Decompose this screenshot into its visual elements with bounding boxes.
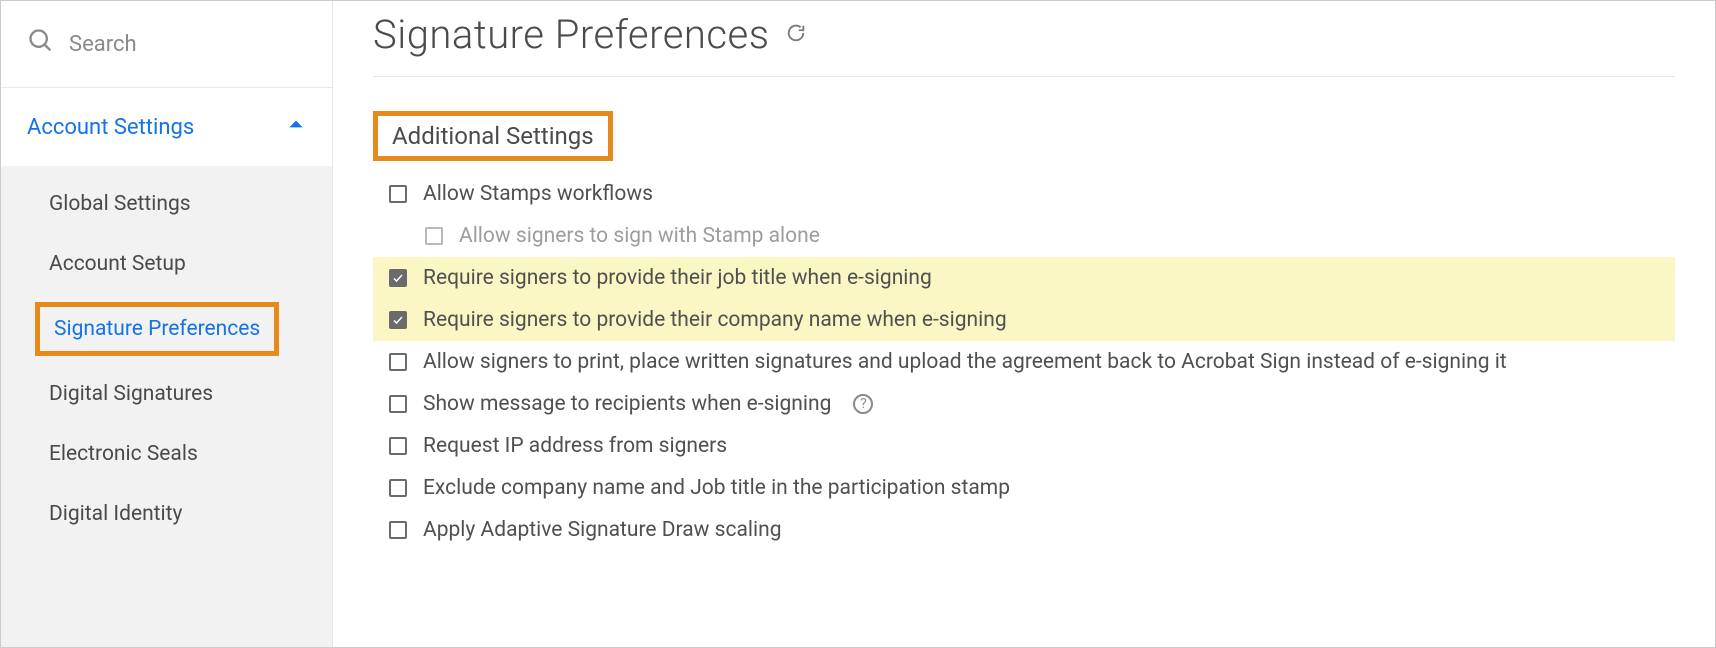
checkbox[interactable] bbox=[389, 311, 407, 329]
sidebar-item-label: Electronic Seals bbox=[49, 442, 198, 466]
section-notch bbox=[313, 166, 333, 176]
option-label: Request IP address from signers bbox=[423, 434, 727, 458]
help-icon[interactable]: ? bbox=[853, 394, 873, 414]
option-row: Show message to recipients when e-signin… bbox=[373, 383, 1675, 425]
refresh-icon[interactable] bbox=[785, 22, 807, 48]
option-label: Apply Adaptive Signature Draw scaling bbox=[423, 518, 782, 542]
checkbox bbox=[425, 227, 443, 245]
sidebar-item-label: Global Settings bbox=[49, 192, 191, 216]
sidebar-item-label: Signature Preferences bbox=[54, 317, 260, 341]
checkbox[interactable] bbox=[389, 395, 407, 413]
checkbox[interactable] bbox=[389, 353, 407, 371]
main-panel: Signature Preferences Additional Setting… bbox=[333, 1, 1715, 647]
option-row: Allow Stamps workflows bbox=[373, 173, 1675, 215]
sidebar-item-electronic-seals[interactable]: Electronic Seals bbox=[21, 424, 312, 484]
option-row: Allow signers to sign with Stamp alone bbox=[373, 215, 1675, 257]
page-title-row: Signature Preferences bbox=[373, 11, 1675, 77]
sidebar-item-label: Digital Identity bbox=[49, 502, 182, 526]
option-row: Allow signers to print, place written si… bbox=[373, 341, 1675, 383]
option-label: Require signers to provide their job tit… bbox=[423, 266, 932, 290]
annotation-highlight-box: Signature Preferences bbox=[35, 302, 279, 356]
checkbox[interactable] bbox=[389, 185, 407, 203]
option-row: Apply Adaptive Signature Draw scaling bbox=[373, 509, 1675, 551]
page-title: Signature Preferences bbox=[373, 11, 769, 58]
sidebar-section-label: Account Settings bbox=[27, 115, 194, 140]
option-label: Allow signers to sign with Stamp alone bbox=[459, 224, 820, 248]
sidebar-nav: Global Settings Account Setup Signature … bbox=[1, 166, 332, 647]
option-row: Require signers to provide their company… bbox=[373, 299, 1675, 341]
sidebar-item-label: Digital Signatures bbox=[49, 382, 213, 406]
annotation-highlight-box: Additional Settings bbox=[373, 111, 613, 161]
checkbox[interactable] bbox=[389, 437, 407, 455]
app-frame: Search Account Settings Global Settings … bbox=[0, 0, 1716, 648]
option-row: Request IP address from signers bbox=[373, 425, 1675, 467]
search-box[interactable]: Search bbox=[1, 1, 332, 88]
section-title: Additional Settings bbox=[392, 122, 594, 150]
checkbox[interactable] bbox=[389, 269, 407, 287]
sidebar-item-digital-identity[interactable]: Digital Identity bbox=[21, 484, 312, 544]
option-label: Exclude company name and Job title in th… bbox=[423, 476, 1010, 500]
options-list: Allow Stamps workflows Allow signers to s… bbox=[373, 173, 1675, 551]
checkbox[interactable] bbox=[389, 479, 407, 497]
sidebar-item-signature-preferences[interactable]: Signature Preferences bbox=[21, 294, 312, 364]
sidebar-item-digital-signatures[interactable]: Digital Signatures bbox=[21, 364, 312, 424]
chevron-up-icon bbox=[286, 114, 306, 140]
option-label: Require signers to provide their company… bbox=[423, 308, 1007, 332]
search-placeholder: Search bbox=[69, 32, 137, 57]
sidebar-section-account-settings[interactable]: Account Settings bbox=[1, 88, 332, 166]
sidebar-item-global-settings[interactable]: Global Settings bbox=[21, 174, 312, 234]
sidebar-item-label: Account Setup bbox=[49, 252, 186, 276]
sidebar-item-account-setup[interactable]: Account Setup bbox=[21, 234, 312, 294]
option-label: Allow Stamps workflows bbox=[423, 182, 653, 206]
section-title-row: Additional Settings bbox=[373, 111, 1675, 161]
option-row: Exclude company name and Job title in th… bbox=[373, 467, 1675, 509]
option-row: Require signers to provide their job tit… bbox=[373, 257, 1675, 299]
option-label: Allow signers to print, place written si… bbox=[423, 350, 1507, 374]
option-label: Show message to recipients when e-signin… bbox=[423, 392, 831, 416]
search-icon bbox=[27, 27, 55, 61]
sidebar: Search Account Settings Global Settings … bbox=[1, 1, 333, 647]
checkbox[interactable] bbox=[389, 521, 407, 539]
